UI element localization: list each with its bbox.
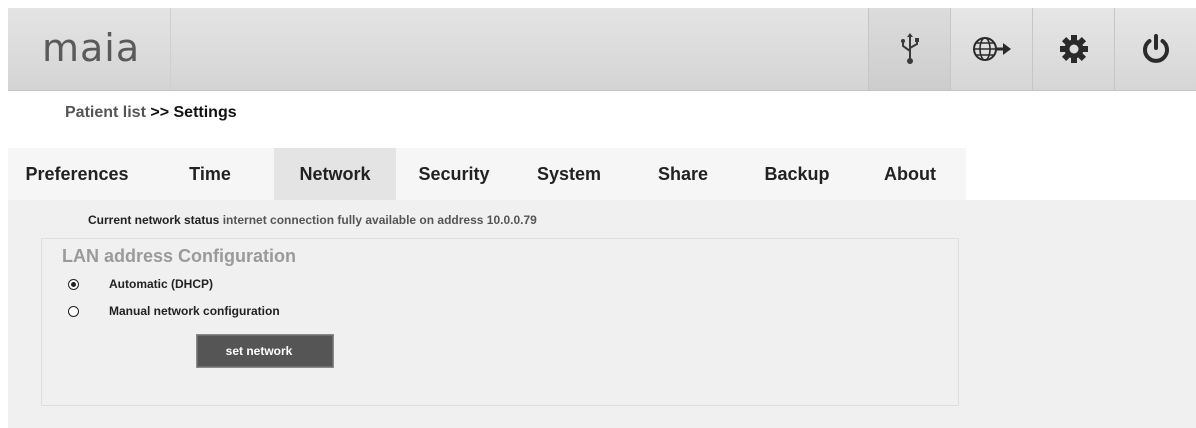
tab-security[interactable]: Security	[396, 148, 512, 200]
logo-cell: maia	[8, 8, 171, 90]
tab-share[interactable]: Share	[626, 148, 740, 200]
tab-time[interactable]: Time	[146, 148, 274, 200]
power-button[interactable]	[1114, 8, 1196, 90]
breadcrumb-current: Settings	[173, 104, 237, 121]
radio-label-automatic: Automatic (DHCP)	[109, 277, 213, 291]
settings-tabs: Preferences Time Network Security System…	[8, 148, 966, 200]
tab-preferences[interactable]: Preferences	[8, 148, 146, 200]
top-bar: maia	[8, 8, 1196, 91]
breadcrumb: Patient list >> Settings	[65, 104, 237, 122]
radio-label-manual: Manual network configuration	[109, 304, 280, 318]
network-status: Current network status internet connecti…	[88, 213, 537, 227]
network-button[interactable]	[950, 8, 1032, 90]
tab-network[interactable]: Network	[274, 148, 396, 200]
network-status-label: Current network status	[88, 213, 220, 227]
radio-button-unchecked[interactable]	[68, 305, 79, 317]
network-panel: Current network status internet connecti…	[8, 200, 1196, 428]
lan-config-group: LAN address Configuration Automatic (DHC…	[41, 238, 959, 406]
usb-icon	[900, 33, 919, 64]
tab-about[interactable]: About	[854, 148, 966, 200]
app-logo: maia	[42, 26, 141, 70]
globe-network-icon	[972, 37, 1011, 61]
power-icon	[1142, 34, 1169, 63]
gear-icon	[1059, 35, 1088, 63]
settings-button[interactable]	[1032, 8, 1114, 90]
radio-manual-config[interactable]: Manual network configuration	[68, 304, 280, 318]
lan-config-title: LAN address Configuration	[62, 246, 297, 266]
toolbar-icons	[868, 8, 1196, 90]
tab-backup[interactable]: Backup	[740, 148, 854, 200]
network-status-value: internet connection fully available on a…	[222, 213, 537, 227]
set-network-button[interactable]: set network	[196, 334, 334, 368]
radio-button-checked[interactable]	[68, 278, 79, 290]
breadcrumb-separator: >>	[150, 104, 170, 121]
usb-button[interactable]	[868, 8, 950, 90]
breadcrumb-patient-list[interactable]: Patient list	[65, 104, 146, 121]
tab-system[interactable]: System	[512, 148, 626, 200]
radio-automatic-dhcp[interactable]: Automatic (DHCP)	[68, 277, 213, 291]
